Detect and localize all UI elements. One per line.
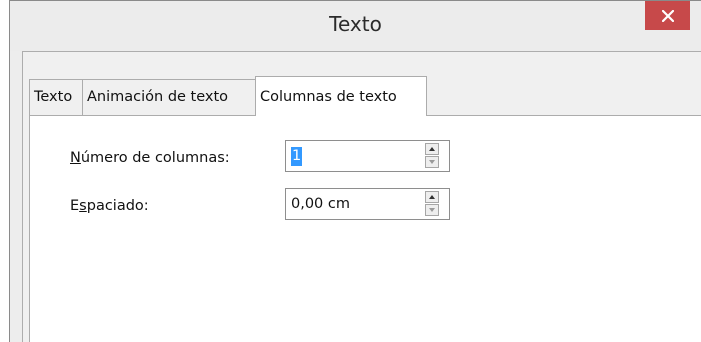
spacing-value[interactable]: 0,00 cm — [291, 195, 350, 214]
tab-animacion-de-texto[interactable]: Animación de texto — [82, 79, 256, 115]
close-button[interactable] — [645, 1, 690, 30]
arrow-up-icon — [429, 147, 435, 151]
columns-label: Número de columnas: — [70, 150, 230, 166]
dialog-content: Texto Animación de texto Columnas de tex… — [22, 51, 701, 342]
columns-value[interactable]: 1 — [291, 147, 303, 166]
tab-columnas-de-texto[interactable]: Columnas de texto — [255, 76, 427, 116]
window-title: Texto — [329, 12, 382, 36]
close-icon — [661, 9, 674, 22]
arrow-up-icon — [429, 195, 435, 199]
arrow-down-icon — [429, 160, 435, 164]
spacing-decrement-button[interactable] — [425, 204, 439, 216]
dialog-window: Texto Texto Animación de texto Columnas … — [9, 0, 701, 342]
columns-increment-button[interactable] — [425, 143, 439, 155]
spacing-label: Espaciado: — [70, 198, 149, 214]
title-bar: Texto — [10, 1, 701, 51]
spacing-spinbox[interactable]: 0,00 cm — [285, 188, 450, 220]
spacing-increment-button[interactable] — [425, 191, 439, 203]
columns-decrement-button[interactable] — [425, 156, 439, 168]
columns-spinbox[interactable]: 1 — [285, 140, 450, 172]
tab-panel: Número de columnas: 1 Espaciado: 0,00 cm — [29, 115, 701, 342]
tab-texto[interactable]: Texto — [29, 79, 83, 115]
arrow-down-icon — [429, 208, 435, 212]
